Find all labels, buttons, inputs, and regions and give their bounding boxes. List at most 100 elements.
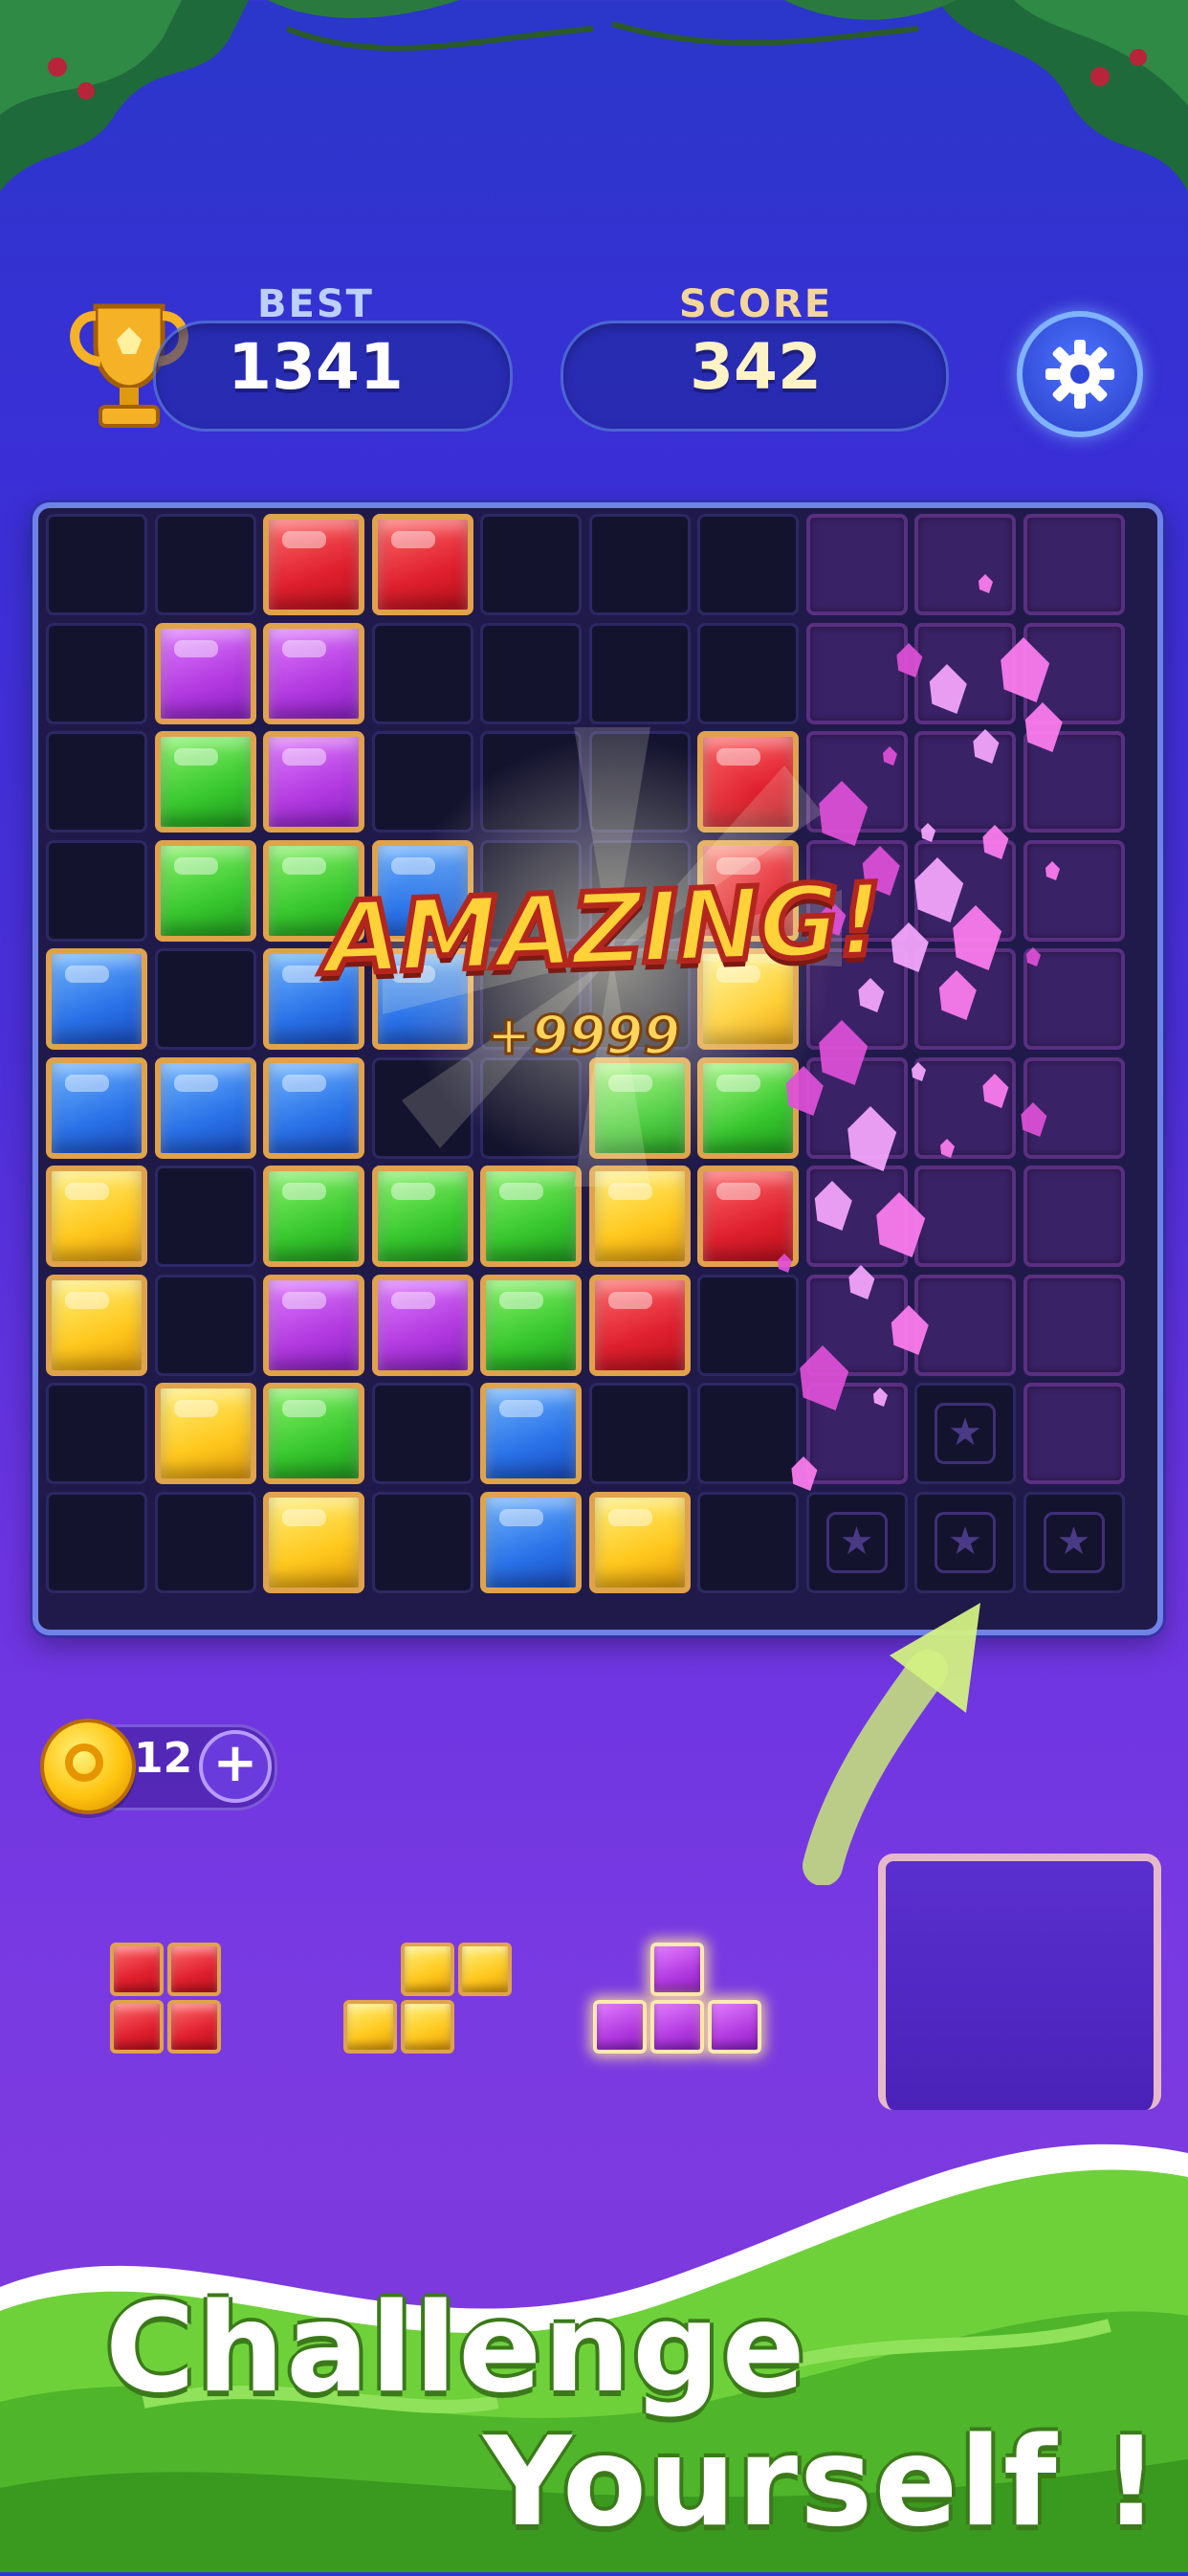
- piece-block-purple: [593, 2000, 647, 2054]
- gem-block-green[interactable]: [154, 839, 256, 942]
- gem-block-yellow[interactable]: [588, 1166, 691, 1267]
- banner-line-1: Challenge: [105, 2277, 807, 2420]
- board-cell-empty[interactable]: [154, 1166, 256, 1267]
- board-cell-clearing[interactable]: [805, 514, 908, 615]
- board-cell-clearing[interactable]: [1023, 948, 1125, 1050]
- gem-block-red[interactable]: [263, 514, 364, 615]
- board-cell-empty[interactable]: [588, 1383, 691, 1484]
- board-cell-clearing[interactable]: [805, 1383, 908, 1484]
- gem-block-purple[interactable]: [263, 622, 364, 724]
- board-cell-empty[interactable]: [371, 622, 473, 724]
- board-cell-clearing[interactable]: [1023, 1274, 1125, 1376]
- board-cell-empty[interactable]: [46, 514, 147, 615]
- board-cell-empty[interactable]: [46, 731, 147, 833]
- gem-block-red[interactable]: [588, 1274, 691, 1376]
- gem-block-yellow[interactable]: [46, 1166, 147, 1267]
- board-cell-empty[interactable]: [371, 1491, 473, 1593]
- gem-block-red[interactable]: [697, 731, 799, 833]
- board-cell-empty[interactable]: [480, 622, 582, 724]
- board-cell-star[interactable]: ★: [914, 1491, 1016, 1593]
- board-cell-clearing[interactable]: [914, 1056, 1016, 1159]
- board-cell-empty[interactable]: [697, 1274, 799, 1376]
- board-cell-clearing[interactable]: [1023, 731, 1125, 833]
- board-cell-empty[interactable]: [46, 1383, 147, 1484]
- board-cell-empty[interactable]: [480, 731, 582, 833]
- settings-button[interactable]: [1017, 311, 1143, 437]
- gem-block-purple[interactable]: [154, 622, 256, 724]
- board-cell-empty[interactable]: [46, 839, 147, 942]
- piece-block-purple: [708, 2000, 761, 2054]
- board-cell-empty[interactable]: [371, 1056, 473, 1159]
- board-cell-empty[interactable]: [588, 731, 691, 833]
- board-cell-empty[interactable]: [697, 514, 799, 615]
- board-cell-empty[interactable]: [46, 622, 147, 724]
- board-cell-clearing[interactable]: [914, 514, 1016, 615]
- board-cell-empty[interactable]: [371, 731, 473, 833]
- board-cell-star[interactable]: ★: [805, 1491, 908, 1593]
- score-value: 342: [690, 330, 822, 404]
- board-cell-clearing[interactable]: [914, 622, 1016, 724]
- coin-icon: [40, 1719, 136, 1814]
- gem-block-blue[interactable]: [263, 1056, 364, 1159]
- board-cell-clearing[interactable]: [805, 622, 908, 724]
- gem-block-yellow[interactable]: [588, 1491, 691, 1593]
- board-cell-clearing[interactable]: [1023, 1056, 1125, 1159]
- board-cell-star[interactable]: ★: [914, 1383, 1016, 1484]
- score-label: SCORE: [678, 282, 833, 326]
- board-cell-empty[interactable]: [588, 514, 691, 615]
- board-cell-empty[interactable]: [154, 1491, 256, 1593]
- board-cell-star[interactable]: ★: [1023, 1491, 1125, 1593]
- board-cell-clearing[interactable]: [805, 1056, 908, 1159]
- gem-block-yellow[interactable]: [46, 1274, 147, 1376]
- board-cell-clearing[interactable]: [1023, 1166, 1125, 1267]
- gem-block-green[interactable]: [588, 1056, 691, 1159]
- gem-block-green[interactable]: [154, 731, 256, 833]
- gem-block-yellow[interactable]: [263, 1491, 364, 1593]
- add-coins-button[interactable]: +: [199, 1730, 272, 1803]
- board-cell-clearing[interactable]: [1023, 1383, 1125, 1484]
- gem-block-blue[interactable]: [46, 948, 147, 1050]
- gem-block-blue[interactable]: [480, 1383, 582, 1484]
- board-cell-clearing[interactable]: [914, 1166, 1016, 1267]
- board-cell-empty[interactable]: [371, 1383, 473, 1484]
- board-cell-clearing[interactable]: [914, 1274, 1016, 1376]
- board-cell-clearing[interactable]: [1023, 839, 1125, 942]
- piece-block-purple: [650, 2000, 704, 2054]
- board-cell-empty[interactable]: [154, 514, 256, 615]
- piece-block-yellow: [343, 2000, 397, 2054]
- piece-block-yellow: [458, 1943, 512, 1996]
- board-cell-clearing[interactable]: [1023, 622, 1125, 724]
- board-cell-empty[interactable]: [697, 1383, 799, 1484]
- gem-block-purple[interactable]: [371, 1274, 473, 1376]
- gem-block-blue[interactable]: [46, 1056, 147, 1159]
- board-cell-empty[interactable]: [154, 1274, 256, 1376]
- gem-block-green[interactable]: [263, 1166, 364, 1267]
- gem-block-purple[interactable]: [263, 1274, 364, 1376]
- gem-block-red[interactable]: [697, 1166, 799, 1267]
- board-cell-empty[interactable]: [697, 622, 799, 724]
- gem-block-red[interactable]: [371, 514, 473, 615]
- board-cell-empty[interactable]: [697, 1491, 799, 1593]
- board-cell-clearing[interactable]: [805, 1166, 908, 1267]
- board-cell-empty[interactable]: [588, 622, 691, 724]
- gem-block-green[interactable]: [697, 1056, 799, 1159]
- gem-block-green[interactable]: [371, 1166, 473, 1267]
- board-cell-clearing[interactable]: [1023, 514, 1125, 615]
- piece-block-yellow: [401, 1943, 454, 1996]
- board-cell-clearing[interactable]: [805, 1274, 908, 1376]
- board-cell-empty[interactable]: [46, 1491, 147, 1593]
- gem-block-blue[interactable]: [154, 1056, 256, 1159]
- gem-block-purple[interactable]: [263, 731, 364, 833]
- gem-block-yellow[interactable]: [154, 1383, 256, 1484]
- board-cell-empty[interactable]: [480, 1056, 582, 1159]
- gem-block-blue[interactable]: [480, 1491, 582, 1593]
- board-cell-clearing[interactable]: [914, 948, 1016, 1050]
- board-cell-empty[interactable]: [154, 948, 256, 1050]
- board-cell-empty[interactable]: [480, 514, 582, 615]
- board-cell-clearing[interactable]: [914, 731, 1016, 833]
- gem-block-green[interactable]: [480, 1274, 582, 1376]
- board-cell-clearing[interactable]: [914, 839, 1016, 942]
- gem-block-green[interactable]: [480, 1166, 582, 1267]
- board-cell-clearing[interactable]: [805, 731, 908, 833]
- gem-block-green[interactable]: [263, 1383, 364, 1484]
